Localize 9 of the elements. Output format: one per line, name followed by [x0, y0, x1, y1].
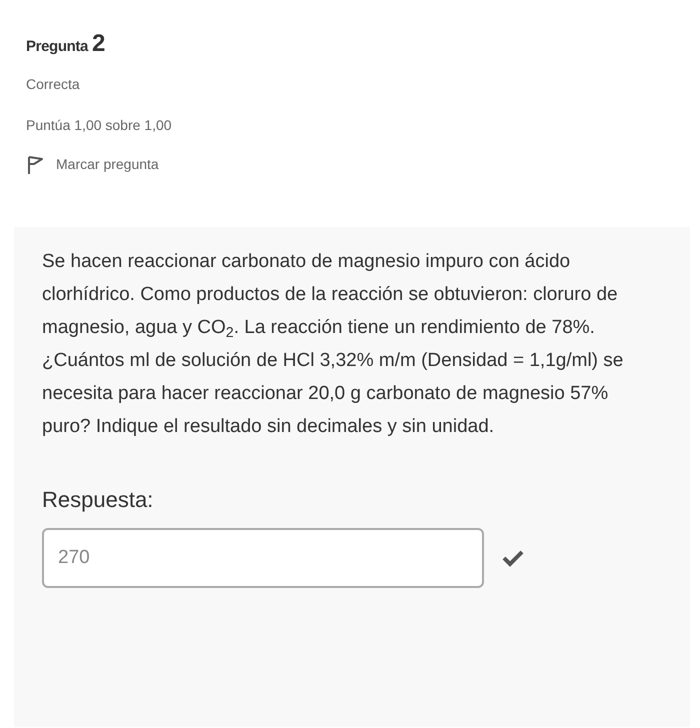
answer-label: Respuesta: — [42, 486, 154, 514]
grade-text: Puntúa 1,00 sobre 1,00 — [26, 116, 172, 135]
question-label: Pregunta — [26, 37, 88, 57]
answer-field[interactable]: 270 — [42, 528, 484, 588]
question-text: Se hacen reaccionar carbonato de magnesio impuro con ácido clorhídrico. Como productos de la reacción se obtuvieron: cloruro de magnesio, agua y CO$_{2}$. La reacción tiene un rendimiento de 78%. ¿Cuántos ml de solución de HCl 3,32% m/m (Densidad = 1,1g/ml) se necesita para hacer reaccionar 20,0 g carbonato de magnesio 57% puro? Indique el resultado sin decimales y sin unidad. — [42, 250, 624, 439]
flag-icon — [26, 154, 44, 174]
status-text: Correcta — [26, 75, 80, 94]
question-number: 2 — [92, 29, 106, 59]
flag-question-link[interactable]: Marcar pregunta — [26, 154, 159, 175]
